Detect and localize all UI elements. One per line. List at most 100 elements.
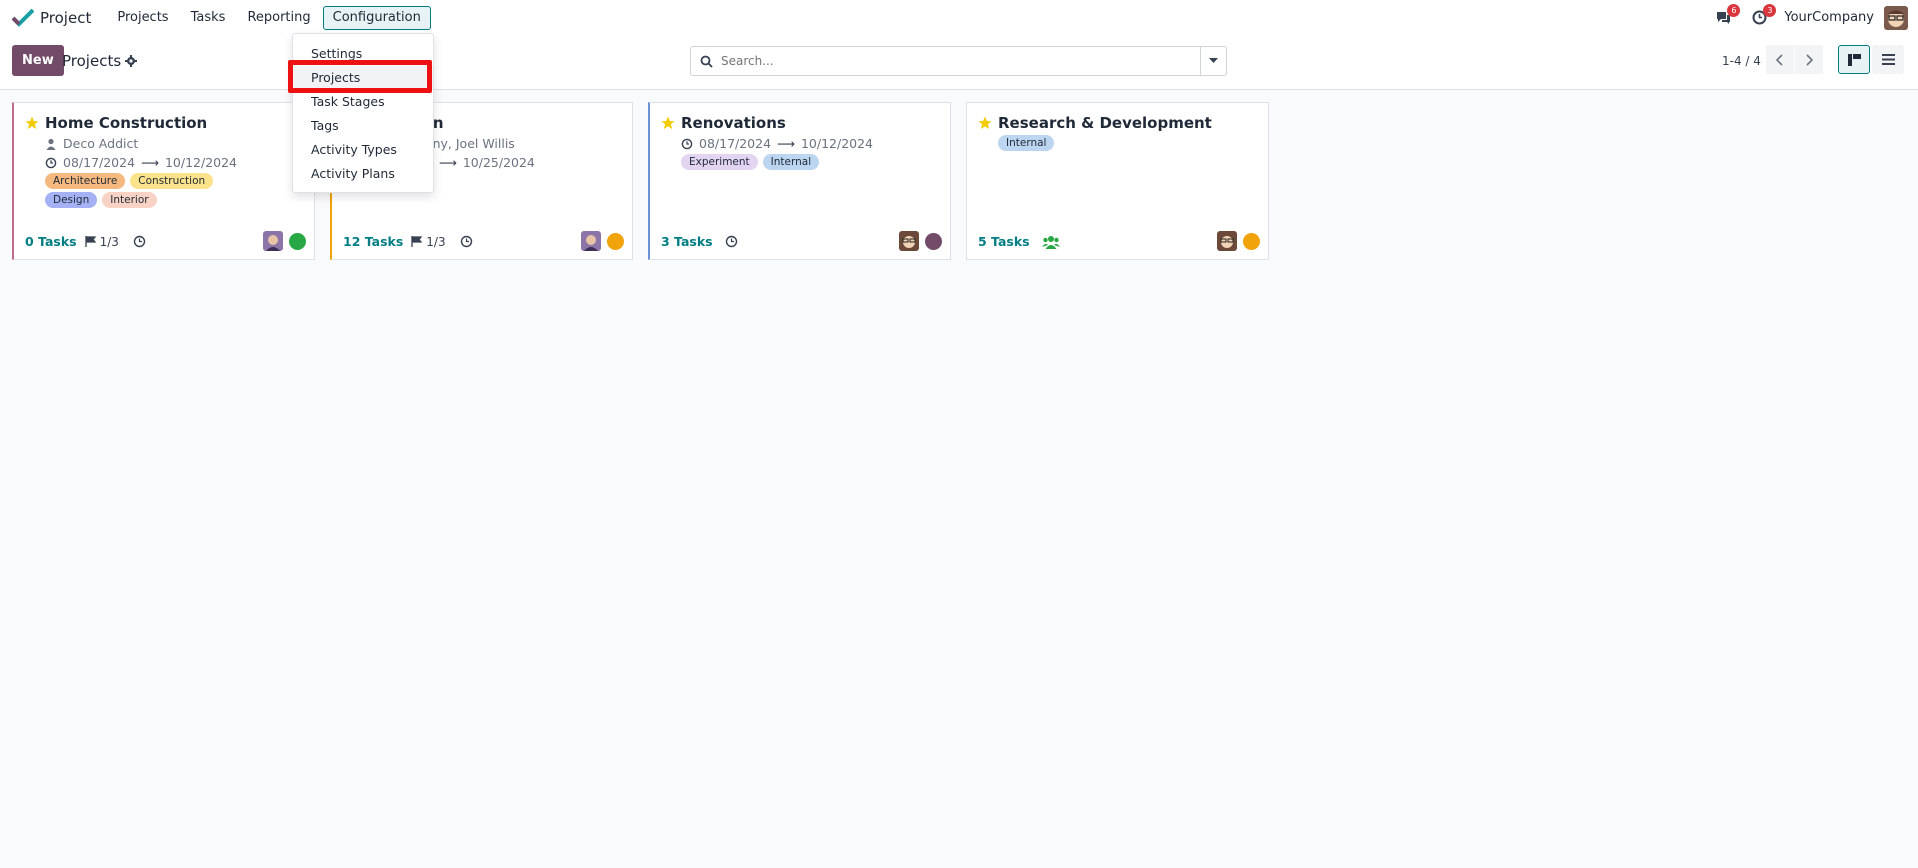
activity-clock-icon[interactable] (133, 235, 146, 248)
user-avatar[interactable] (1884, 5, 1908, 30)
status-indicator[interactable] (607, 232, 624, 250)
flag-icon (411, 236, 423, 247)
menu-item-tags[interactable]: Tags (293, 114, 433, 138)
milestone-indicator[interactable]: 1/3 (84, 234, 119, 249)
menu-configuration[interactable]: Configuration (322, 5, 431, 30)
card-right-footer (1217, 231, 1260, 251)
search-options-toggle[interactable] (1200, 47, 1226, 75)
arrow-right-icon: ⟶ (141, 155, 159, 170)
status-indicator[interactable] (1243, 232, 1260, 250)
tag-badge: Internal (762, 154, 820, 170)
card-right-footer (899, 231, 942, 251)
arrow-right-icon: ⟶ (777, 136, 795, 151)
manager-avatar-image (899, 231, 919, 251)
customer-line: Deco Addict (45, 136, 138, 151)
manager-avatar-image (581, 231, 601, 251)
project-title: Research & Development (998, 114, 1212, 132)
project-title: Home Construction (45, 114, 208, 132)
page-title: Projects (62, 52, 122, 70)
tasks-link[interactable]: 3 Tasks (661, 234, 713, 249)
manager-avatar-image (1217, 231, 1237, 251)
search-input[interactable] (721, 54, 1200, 68)
milestone-count: 1/3 (426, 234, 446, 249)
pager-value[interactable]: 1-4 / 4 (1722, 54, 1761, 68)
systray: 6 3 YourCompany (1712, 0, 1918, 35)
chevron-left-icon (1776, 53, 1783, 66)
chevron-right-icon (1806, 53, 1813, 66)
start-date: 08/17/2024 (699, 136, 772, 151)
project-card-research-development[interactable]: Research & Development Internal 5 Tasks (966, 102, 1269, 260)
manager-avatar[interactable] (899, 231, 919, 251)
milestone-count: 1/3 (99, 234, 119, 249)
date-range: 08/17/2024 ⟶ 10/12/2024 (681, 136, 873, 151)
tasks-link[interactable]: 12 Tasks (343, 234, 403, 249)
tag-list: Architecture Construction (45, 173, 218, 189)
list-view-button[interactable] (1872, 45, 1904, 74)
card-footer: 3 Tasks (661, 234, 738, 249)
tasks-link[interactable]: 0 Tasks (25, 234, 77, 249)
status-indicator[interactable] (289, 232, 306, 250)
company-switcher[interactable]: YourCompany (1784, 10, 1874, 25)
list-icon (1881, 54, 1895, 65)
manager-avatar[interactable] (263, 231, 283, 251)
start-date: 08/17/2024 (63, 155, 136, 170)
manager-avatar[interactable] (581, 231, 601, 251)
clock-icon (681, 138, 693, 149)
activity-clock-icon[interactable] (725, 235, 738, 248)
milestone-indicator[interactable]: 1/3 (411, 234, 446, 249)
highlight-annotation (288, 60, 432, 93)
activity-clock-icon[interactable] (460, 235, 473, 248)
new-button[interactable]: New (12, 45, 64, 76)
card-footer: 12 Tasks 1/3 (343, 234, 473, 249)
project-card-home-construction[interactable]: Home Construction Deco Addict 08/17/2024… (12, 102, 315, 260)
end-date: 10/12/2024 (164, 155, 238, 170)
tag-badge: Internal (998, 135, 1055, 151)
date-range: 08/17/2024 ⟶ 10/12/2024 (45, 155, 237, 170)
activities-button[interactable]: 3 (1748, 3, 1777, 29)
end-date: 10/25/2024 (462, 155, 535, 170)
tag-badge: Interior (102, 192, 157, 208)
top-navbar: Project Projects Tasks Reporting Configu… (0, 0, 1918, 35)
menu-projects[interactable]: Projects (107, 6, 178, 30)
manager-avatar[interactable] (1217, 231, 1237, 251)
project-app-icon (12, 8, 34, 27)
menu-tasks[interactable]: Tasks (181, 6, 236, 30)
tasks-link[interactable]: 5 Tasks (978, 234, 1030, 249)
status-indicator[interactable] (925, 232, 942, 250)
search-icon (700, 55, 713, 68)
favorite-star-icon[interactable] (978, 116, 992, 130)
kanban-icon (1847, 53, 1861, 66)
pager-previous-button[interactable] (1766, 45, 1794, 74)
users-icon[interactable] (1041, 235, 1060, 249)
caret-down-icon (1209, 58, 1218, 63)
kanban-view-button[interactable] (1838, 45, 1870, 74)
favorite-star-icon[interactable] (25, 116, 39, 130)
breadcrumb: Projects (62, 52, 138, 70)
favorite-star-icon[interactable] (661, 116, 675, 130)
search-bar (690, 46, 1227, 76)
menu-item-task-stages[interactable]: Task Stages (293, 90, 433, 114)
app-brand[interactable]: Project (12, 0, 91, 35)
date-range: 24 ⟶ 10/25/2024 (417, 155, 535, 170)
pager-next-button[interactable] (1795, 45, 1823, 74)
card-footer: 5 Tasks (978, 234, 1060, 249)
menu-item-activity-plans[interactable]: Activity Plans (293, 162, 433, 186)
tag-list: Experiment Internal (681, 154, 824, 170)
clock-icon (45, 157, 57, 168)
gear-icon[interactable] (125, 55, 138, 67)
menu-item-activity-types[interactable]: Activity Types (293, 138, 433, 162)
flag-icon (84, 236, 96, 247)
configuration-dropdown: Settings Projects Task Stages Tags Activ… (292, 33, 434, 193)
tag-list: Design Interior (45, 192, 162, 208)
project-card-renovations[interactable]: Renovations 08/17/2024 ⟶ 10/12/2024 Expe… (648, 102, 951, 260)
main-menu: Projects Tasks Reporting Configuration (107, 0, 432, 35)
end-date: 10/12/2024 (800, 136, 874, 151)
arrow-right-icon: ⟶ (438, 155, 457, 170)
activities-badge: 3 (1763, 3, 1777, 17)
tag-badge: Experiment (681, 154, 758, 170)
project-title: Renovations (681, 114, 786, 132)
menu-reporting[interactable]: Reporting (237, 6, 320, 30)
card-right-footer (581, 231, 624, 251)
messaging-button[interactable]: 6 (1712, 3, 1741, 29)
manager-avatar-image (263, 231, 283, 251)
